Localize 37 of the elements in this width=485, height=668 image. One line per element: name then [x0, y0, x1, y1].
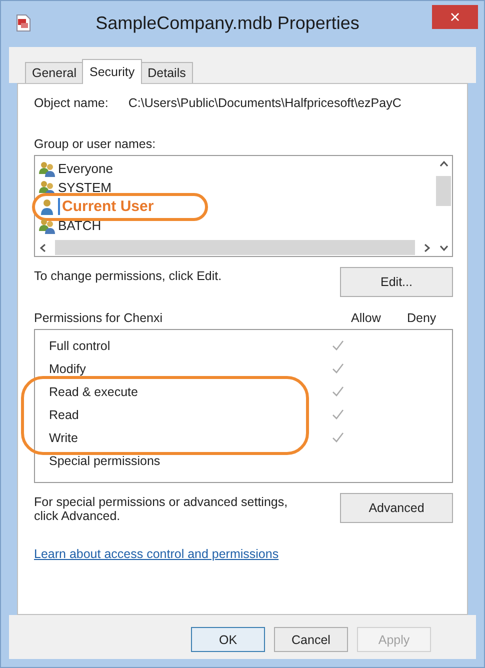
tab[interactable]: Details	[140, 62, 193, 83]
scroll-down-icon[interactable]	[440, 244, 448, 252]
edit-button[interactable]: Edit...	[340, 267, 453, 297]
permission-name: Modify	[49, 362, 87, 376]
close-button[interactable]: ×	[432, 5, 478, 29]
help-link[interactable]: Learn about access control and permissions	[34, 547, 279, 561]
permission-name: Write	[49, 430, 79, 444]
hint-text: To change permissions, click Edit.	[34, 269, 222, 283]
advanced-button[interactable]: Advanced	[340, 493, 453, 523]
users-icon	[38, 160, 56, 176]
users-icon	[38, 218, 56, 234]
user-list[interactable]: Everyone SYSTEM Current User BATCH	[34, 155, 453, 257]
list-label: Group or user names:	[34, 137, 157, 151]
dialog-button[interactable]: OK	[191, 627, 265, 652]
permission-name: Special permissions	[49, 454, 162, 468]
window-title: SampleCompany.mdb Properties	[94, 13, 360, 34]
user-name[interactable]: BATCH	[58, 218, 102, 233]
tab[interactable]: General	[25, 62, 84, 83]
scroll-left-icon[interactable]	[39, 244, 47, 252]
dialog-button[interactable]: Cancel	[274, 627, 348, 652]
column-header: Allow	[351, 311, 382, 325]
permission-name: Read & execute	[49, 384, 139, 398]
object-path: C:\Users\Public\Documents\Halfpricesoft\ezPayC	[128, 96, 402, 110]
hint-text: For special permissions or advanced settings, click Advanced.	[34, 495, 289, 523]
list-label: Permissions for Chenxi	[34, 311, 164, 325]
field-label: Object name:	[34, 96, 108, 110]
scroll-right-icon[interactable]	[423, 244, 431, 252]
permission-name: Full control	[49, 338, 112, 352]
user-name[interactable]: Everyone	[58, 161, 113, 176]
permission-name: Read	[49, 408, 80, 422]
scroll-up-icon[interactable]	[440, 160, 448, 168]
document-icon	[15, 14, 31, 32]
user-icon	[38, 198, 56, 214]
user-name[interactable]: SYSTEM	[58, 180, 112, 195]
users-icon	[38, 180, 56, 196]
tab[interactable]: Security	[82, 59, 142, 84]
column-header: Deny	[407, 311, 438, 325]
